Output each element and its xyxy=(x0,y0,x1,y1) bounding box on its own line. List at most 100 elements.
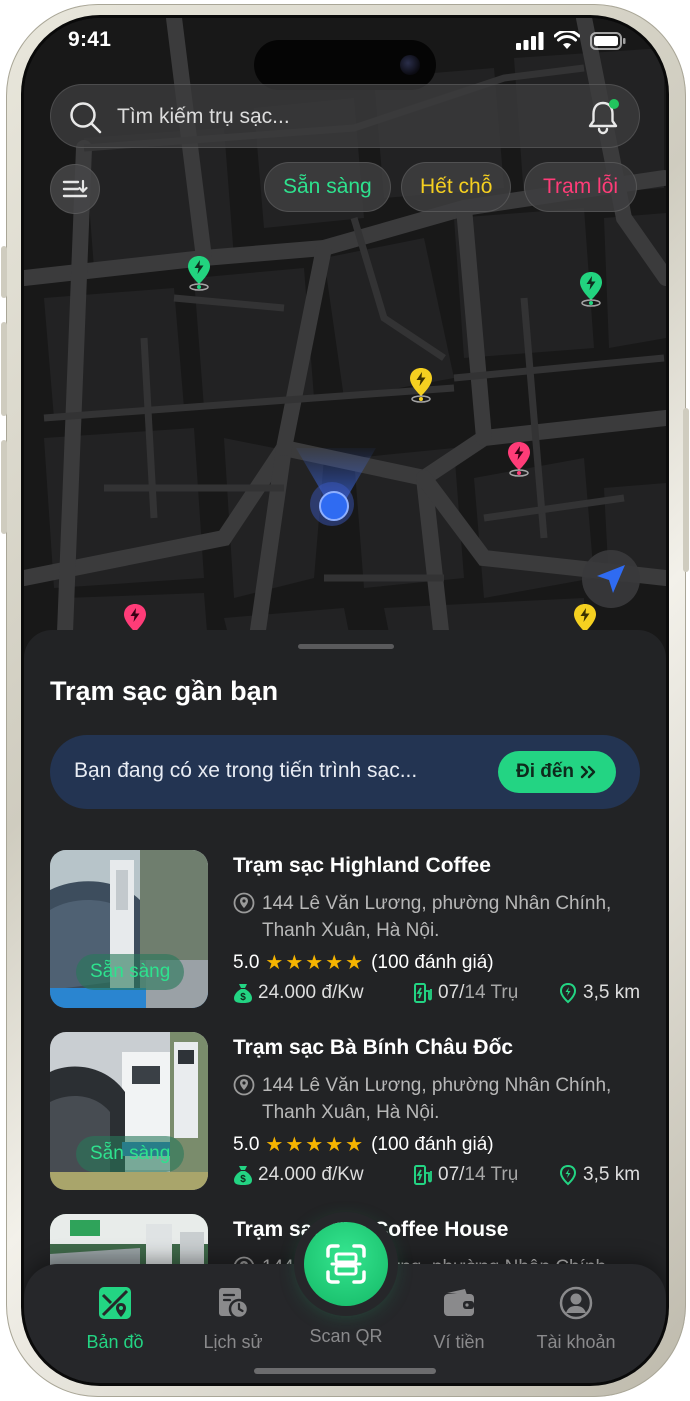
my-location-button[interactable] xyxy=(582,550,640,608)
ports-total: 14 Trụ xyxy=(464,1164,519,1185)
sort-filter-button[interactable] xyxy=(50,164,100,214)
account-icon xyxy=(559,1286,593,1320)
rating-value: 5.0 xyxy=(233,951,260,973)
filter-chip-label: Sẵn sàng xyxy=(283,175,372,198)
rating-stars: ★★★★★ xyxy=(265,952,366,974)
tab-account[interactable]: Tài khoản xyxy=(521,1284,631,1353)
scan-qr-button[interactable] xyxy=(304,1222,388,1306)
map-view[interactable]: 9:41 Tìm kiếm trụ sạc... Sẵn sàng Hết ch… xyxy=(24,18,666,658)
location-pin-icon xyxy=(233,1074,255,1096)
home-indicator[interactable] xyxy=(254,1368,436,1374)
filter-chip-error[interactable]: Trạm lỗi xyxy=(524,162,638,212)
station-distance: 3,5 km xyxy=(558,982,640,1004)
sheet-title: Trạm sạc gần bạn xyxy=(50,676,279,706)
station-price: $ 24.000 đ/Kw xyxy=(233,1164,364,1186)
station-photo: Sẵn sàng xyxy=(50,1032,208,1190)
money-bag-icon: $ xyxy=(234,1166,252,1185)
station-address: 144 Lê Văn Lương, phường Nhân Chính, Tha… xyxy=(233,1072,633,1126)
filter-chip-label: Trạm lỗi xyxy=(543,175,619,198)
tab-label: Ví tiền xyxy=(433,1332,485,1352)
rating-value: 5.0 xyxy=(233,1133,260,1155)
charging-progress-banner[interactable]: Bạn đang có xe trong tiến trình sạc... Đ… xyxy=(50,735,640,809)
tab-wallet[interactable]: Ví tiền xyxy=(404,1284,514,1353)
tab-map[interactable]: Bản đồ xyxy=(60,1284,170,1353)
station-rating: 5.0 ★★★★★ (100 đánh giá) xyxy=(233,950,494,975)
rating-stars: ★★★★★ xyxy=(265,1134,366,1156)
search-icon xyxy=(70,102,102,134)
charger-icon xyxy=(414,983,432,1003)
station-card[interactable]: Sẵn sàng Trạm sạc Highland Coffee 144 Lê… xyxy=(50,850,640,1010)
station-name: Trạm sạc Highland Coffee xyxy=(233,854,491,877)
review-count: (100 đánh giá) xyxy=(371,1133,494,1155)
distance-pin-icon xyxy=(559,982,577,1004)
station-pin-available[interactable] xyxy=(578,270,604,310)
station-ports: 07/14 Trụ xyxy=(413,1164,518,1186)
filter-chip-label: Hết chỗ xyxy=(420,175,493,198)
banner-text: Bạn đang có xe trong tiến trình sạc... xyxy=(74,759,418,782)
sort-icon xyxy=(62,179,88,198)
station-photo: Sẵn sàng xyxy=(50,850,208,1008)
current-location-marker xyxy=(310,482,354,526)
station-rating: 5.0 ★★★★★ (100 đánh giá) xyxy=(233,1132,494,1157)
station-status-badge: Sẵn sàng xyxy=(76,954,185,990)
station-status-badge: Sẵn sàng xyxy=(76,1136,185,1172)
ports-used: 07/ xyxy=(438,1164,465,1185)
station-price: $ 24.000 đ/Kw xyxy=(233,982,364,1004)
location-pin-icon xyxy=(233,892,255,914)
sheet-drag-handle[interactable] xyxy=(298,644,394,649)
station-meta: $ 24.000 đ/Kw 07/14 Trụ 3,5 km xyxy=(233,982,641,1010)
battery-icon xyxy=(590,31,626,50)
phone-screen: 9:41 Tìm kiếm trụ sạc... Sẵn sàng Hết ch… xyxy=(24,18,666,1383)
station-card[interactable]: Sẵn sàng Trạm sạc Bà Bính Châu Đốc 144 L… xyxy=(50,1032,640,1192)
status-time: 9:41 xyxy=(68,28,112,51)
station-distance: 3,5 km xyxy=(558,1164,640,1186)
tab-history[interactable]: Lịch sử xyxy=(178,1284,288,1353)
search-input[interactable] xyxy=(117,99,557,135)
ports-used: 07/ xyxy=(438,982,465,1003)
svg-text:$: $ xyxy=(240,992,246,1003)
signal-icon xyxy=(516,31,544,50)
filter-chip-available[interactable]: Sẵn sàng xyxy=(264,162,391,212)
tab-label: Scan QR xyxy=(309,1326,383,1346)
station-address-text: 144 Lê Văn Lương, phường Nhân Chính, Tha… xyxy=(262,893,612,941)
review-count: (100 đánh giá) xyxy=(371,951,494,973)
station-address: 144 Lê Văn Lương, phường Nhân Chính, Tha… xyxy=(233,890,633,944)
price-text: 24.000 đ/Kw xyxy=(258,1164,364,1185)
map-icon xyxy=(99,1287,131,1319)
go-button-label: Đi đến xyxy=(515,761,575,782)
ports-total: 14 Trụ xyxy=(464,982,519,1003)
notification-dot xyxy=(609,99,619,109)
search-bar[interactable] xyxy=(50,84,640,148)
station-pin-full[interactable] xyxy=(408,366,434,406)
station-ports: 07/14 Trụ xyxy=(413,982,518,1004)
dynamic-island xyxy=(254,40,436,90)
tab-scan-qr[interactable]: Scan QR xyxy=(291,1326,401,1347)
scan-icon xyxy=(326,1244,366,1284)
price-text: 24.000 đ/Kw xyxy=(258,982,364,1003)
wifi-icon xyxy=(554,31,580,49)
bottom-tab-bar: Bản đồ Lịch sử Scan QR Ví tiền Tài khoản xyxy=(24,1222,666,1383)
tab-label: Lịch sử xyxy=(203,1332,263,1352)
distance-text: 3,5 km xyxy=(583,1164,641,1185)
status-icons xyxy=(516,31,626,50)
power-button xyxy=(683,408,689,572)
station-pin-available[interactable] xyxy=(186,254,212,294)
navigation-arrow-icon xyxy=(597,565,625,593)
money-bag-icon: $ xyxy=(234,984,252,1003)
volume-down-button xyxy=(1,440,7,534)
station-address-text: 144 Lê Văn Lương, phường Nhân Chính, Tha… xyxy=(262,1075,612,1123)
svg-text:$: $ xyxy=(240,1174,246,1185)
filter-chip-full[interactable]: Hết chỗ xyxy=(401,162,512,212)
double-chevron-right-icon xyxy=(580,765,596,779)
distance-pin-icon xyxy=(559,1164,577,1186)
mute-switch xyxy=(1,246,7,298)
notification-button[interactable] xyxy=(585,99,621,135)
camera-icon xyxy=(400,55,420,75)
history-icon xyxy=(219,1288,250,1320)
station-pin-error[interactable] xyxy=(506,440,532,480)
tab-label: Bản đồ xyxy=(86,1332,144,1352)
charger-icon xyxy=(414,1165,432,1185)
volume-up-button xyxy=(1,322,7,416)
wallet-icon xyxy=(444,1289,474,1316)
go-to-charging-button[interactable]: Đi đến xyxy=(498,751,616,793)
